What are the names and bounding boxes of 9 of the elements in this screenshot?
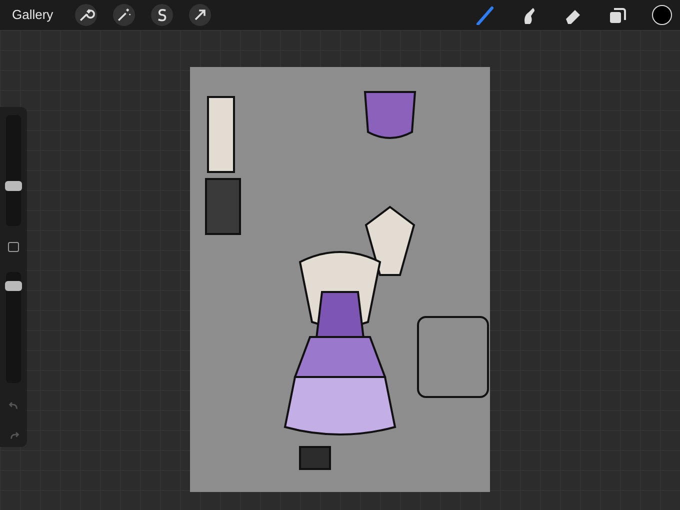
color-swatch[interactable]	[652, 5, 672, 25]
opacity-thumb[interactable]	[5, 280, 22, 291]
brush-size-thumb[interactable]	[5, 181, 22, 192]
magic-wand-icon[interactable]	[113, 4, 136, 26]
gallery-button[interactable]: Gallery	[0, 5, 60, 25]
s-curve-icon[interactable]	[151, 4, 174, 26]
wrench-icon[interactable]	[75, 4, 98, 26]
brush-icon[interactable]	[474, 4, 496, 26]
modify-button[interactable]	[8, 242, 19, 252]
